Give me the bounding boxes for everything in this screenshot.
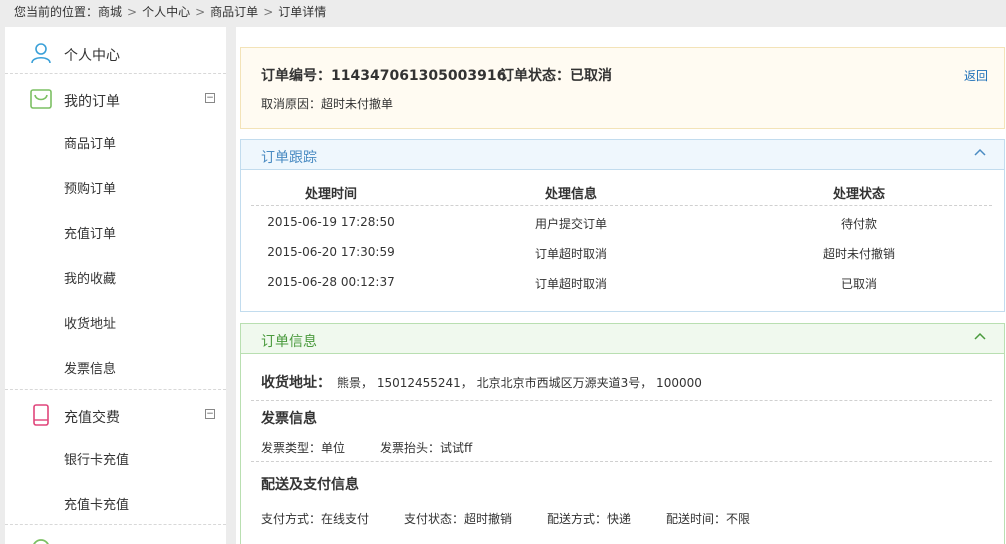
chevron-up-icon[interactable] <box>974 147 986 159</box>
order-number: 订单编号：114347061305003916 <box>261 65 506 85</box>
invoice-head-label: 发票抬头： <box>380 441 441 455</box>
ship-method-label: 配送方式： <box>547 512 608 526</box>
panel-header[interactable]: 订单跟踪 <box>241 140 1004 170</box>
sidebar-item-product-orders[interactable]: 商品订单 <box>64 133 116 152</box>
table-cell: 订单超时取消 <box>534 277 607 291</box>
divider <box>251 461 992 462</box>
sidebar-item-card-recharge[interactable]: 充值卡充值 <box>64 494 129 513</box>
panel-title: 订单信息 <box>261 334 317 350</box>
sidebar-personal-center[interactable]: 个人中心 <box>5 29 226 75</box>
sidebar-divider <box>5 73 226 74</box>
sidebar-personal-center-label: 个人中心 <box>64 48 120 64</box>
order-status-value: 已取消 <box>570 68 612 84</box>
breadcrumb-separator: > <box>263 5 274 19</box>
order-status-label: 订单状态： <box>500 68 570 84</box>
breadcrumb-separator: > <box>127 5 138 19</box>
table-cell: 已取消 <box>840 277 877 291</box>
sidebar-item-favorites[interactable]: 我的收藏 <box>64 268 116 287</box>
table-cell: 2015-06-20 17:30:59 <box>267 245 395 259</box>
ship-time-value: 不限 <box>726 512 751 526</box>
main-content: 订单编号：114347061305003916 订单状态：已取消 返回 取消原因… <box>236 27 1006 544</box>
user-icon <box>31 43 51 64</box>
collapse-toggle[interactable]: − <box>205 93 215 103</box>
breadcrumb-item-mall[interactable]: 商城 <box>98 3 122 20</box>
pay-status-value: 超时撤销 <box>464 512 513 526</box>
column-header-status: 处理状态 <box>832 187 885 202</box>
cancel-reason-value: 超时未付撤单 <box>321 97 394 111</box>
ship-method: 配送方式：快递 <box>547 510 631 527</box>
invoice-type-label: 发票类型： <box>261 441 322 455</box>
ship-time-label: 配送时间： <box>666 512 727 526</box>
order-header: 订单编号：114347061305003916 订单状态：已取消 返回 取消原因… <box>240 47 1005 129</box>
order-info-panel: 订单信息 收货地址： 熊景， 15012455241， 北京北京市西城区万源夹道… <box>240 323 1005 544</box>
table-cell: 待付款 <box>840 217 877 231</box>
sidebar-my-orders[interactable]: 我的订单 − <box>5 75 226 121</box>
ship-time: 配送时间：不限 <box>666 510 750 527</box>
phone-icon <box>33 404 49 426</box>
table-cell: 订单超时取消 <box>534 247 607 261</box>
sidebar-item-address[interactable]: 收货地址 <box>64 313 116 332</box>
invoice-head-value: 试试ff <box>440 441 473 455</box>
sidebar: 个人中心 我的订单 − 商品订单 预购订单 充值订单 我的收藏 收货地址 发票信… <box>5 27 226 544</box>
breadcrumb-prefix: 您当前的位置： <box>14 5 99 19</box>
sidebar-item-recharge-orders[interactable]: 充值订单 <box>64 223 116 242</box>
pay-method-label: 支付方式： <box>261 512 322 526</box>
table-cell: 2015-06-28 00:12:37 <box>267 275 395 289</box>
breadcrumb-separator: > <box>195 5 206 19</box>
column-header-time: 处理时间 <box>304 187 357 202</box>
column-header-info: 处理信息 <box>544 187 597 202</box>
invoice-section-title: 发票信息 <box>261 411 317 427</box>
partial-icon <box>33 539 49 544</box>
back-link[interactable]: 返回 <box>964 67 988 84</box>
breadcrumb-item-orders[interactable]: 商品订单 <box>210 3 258 20</box>
sidebar-recharge-label: 充值交费 <box>64 410 120 426</box>
collapse-toggle[interactable]: − <box>205 409 215 419</box>
table-cell: 用户提交订单 <box>534 217 607 231</box>
breadcrumb-item-detail: 订单详情 <box>278 5 327 19</box>
sidebar-recharge[interactable]: 充值交费 − <box>5 391 226 437</box>
cancel-reason-label: 取消原因： <box>261 97 322 111</box>
order-status: 订单状态：已取消 <box>500 65 612 85</box>
pay-status: 支付状态：超时撤销 <box>404 510 512 527</box>
invoice-type: 发票类型：单位 <box>261 439 345 456</box>
sidebar-divider <box>5 389 226 390</box>
shopping-bag-icon <box>30 89 52 109</box>
sidebar-item-bank-recharge[interactable]: 银行卡充值 <box>64 449 129 468</box>
invoice-head: 发票抬头：试试ff <box>380 439 472 456</box>
divider <box>251 205 992 206</box>
table-cell: 2015-06-19 17:28:50 <box>267 215 395 229</box>
order-number-value: 114347061305003916 <box>331 68 507 84</box>
address-label: 收货地址： <box>261 375 331 391</box>
chevron-up-icon[interactable] <box>974 331 986 343</box>
order-tracking-panel: 订单跟踪 处理时间 处理信息 处理状态 2015-06-19 17:28:50 … <box>240 139 1005 312</box>
sidebar-divider <box>5 524 226 525</box>
divider <box>251 400 992 401</box>
address-value: 熊景， 15012455241， 北京北京市西城区万源夹道3号， 100000 <box>337 376 702 390</box>
ship-method-value: 快递 <box>607 512 632 526</box>
invoice-type-value: 单位 <box>321 441 346 455</box>
pay-method-value: 在线支付 <box>321 512 370 526</box>
breadcrumb-item-personal[interactable]: 个人中心 <box>142 3 190 20</box>
sidebar-item-preorders[interactable]: 预购订单 <box>64 178 116 197</box>
breadcrumb: 您当前的位置：商城 > 个人中心 > 商品订单 > 订单详情 <box>14 3 326 21</box>
panel-header[interactable]: 订单信息 <box>241 324 1004 354</box>
sidebar-item-invoice[interactable]: 发票信息 <box>64 358 116 377</box>
pay-method: 支付方式：在线支付 <box>261 510 369 527</box>
sidebar-my-orders-label: 我的订单 <box>64 94 120 110</box>
pay-status-label: 支付状态： <box>404 512 465 526</box>
delivery-section-title: 配送及支付信息 <box>261 477 359 493</box>
panel-title: 订单跟踪 <box>261 150 317 166</box>
order-number-label: 订单编号： <box>261 68 331 84</box>
table-cell: 超时未付撤销 <box>822 247 895 261</box>
cancel-reason: 取消原因：超时未付撤单 <box>261 95 393 112</box>
